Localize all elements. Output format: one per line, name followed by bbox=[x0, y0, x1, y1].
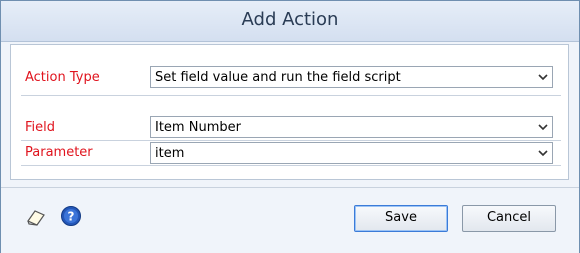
action-type-label: Action Type bbox=[25, 70, 100, 85]
chevron-down-icon bbox=[538, 74, 548, 81]
divider-line bbox=[21, 95, 561, 96]
save-button[interactable]: Save bbox=[354, 205, 448, 232]
dialog-title: Add Action bbox=[241, 9, 339, 30]
help-icon[interactable]: ? bbox=[60, 205, 82, 227]
dialog-content: Action Type Set field value and run the … bbox=[1, 42, 579, 187]
action-type-value: Set field value and run the field script bbox=[155, 70, 401, 85]
add-action-dialog: Add Action Action Type Set field value a… bbox=[0, 0, 580, 253]
cancel-button[interactable]: Cancel bbox=[462, 205, 556, 232]
parameter-value: item bbox=[155, 146, 185, 161]
field-select[interactable]: Item Number bbox=[150, 116, 553, 138]
title-bar: Add Action bbox=[1, 1, 579, 42]
parameter-select[interactable]: item bbox=[150, 142, 553, 164]
svg-text:?: ? bbox=[68, 210, 75, 224]
action-type-select[interactable]: Set field value and run the field script bbox=[150, 66, 553, 88]
dialog-footer: ? Save Cancel bbox=[1, 187, 579, 253]
chevron-down-icon bbox=[538, 124, 548, 131]
form-panel: Action Type Set field value and run the … bbox=[10, 44, 569, 180]
field-label: Field bbox=[25, 120, 56, 135]
parameter-label: Parameter bbox=[25, 145, 93, 160]
divider-line bbox=[21, 165, 561, 166]
note-icon[interactable] bbox=[25, 206, 47, 228]
chevron-down-icon bbox=[538, 150, 548, 157]
divider-line bbox=[21, 140, 561, 141]
field-value: Item Number bbox=[155, 120, 241, 135]
